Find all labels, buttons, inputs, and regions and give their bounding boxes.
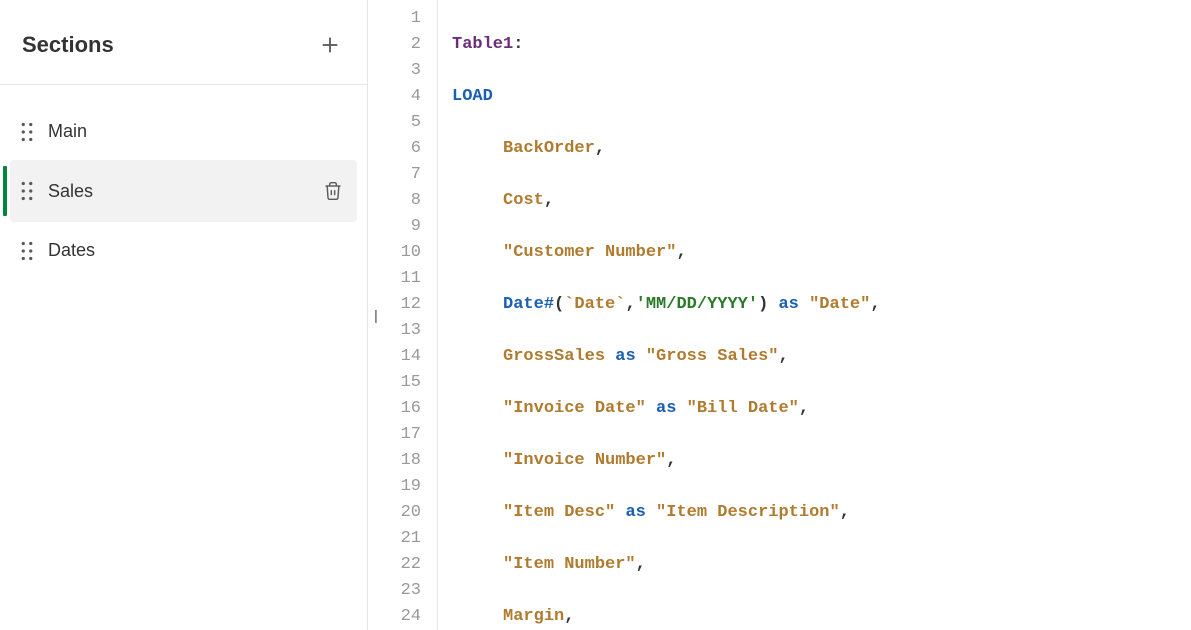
section-item-sales[interactable]: Sales — [10, 160, 357, 222]
line-number: 22 — [368, 552, 421, 578]
code-token: "Invoice Date" — [503, 399, 646, 418]
sidebar-title: Sections — [22, 32, 114, 58]
code-token: "Item Desc" — [503, 503, 615, 522]
code-token: 'MM/DD/YYYY' — [636, 295, 758, 314]
line-number: 10 — [368, 240, 421, 266]
trash-icon — [323, 180, 343, 202]
code-token: ) — [758, 295, 768, 314]
line-number: 6 — [368, 136, 421, 162]
line-number: 20 — [368, 500, 421, 526]
sidebar-header: Sections — [0, 0, 367, 85]
code-token: Cost — [503, 191, 544, 210]
line-number: 14 — [368, 344, 421, 370]
code-token: "Invoice Number" — [503, 451, 666, 470]
plus-icon — [319, 34, 341, 56]
code-token — [605, 347, 615, 366]
line-number: 23 — [368, 578, 421, 604]
code-token: "Bill Date" — [687, 399, 799, 418]
section-list: Main Sales Dates — [0, 85, 367, 297]
delete-section-button[interactable] — [321, 178, 345, 204]
sections-sidebar: Sections Main Sales Dates || — [0, 0, 368, 630]
code-token — [646, 503, 656, 522]
section-item-main[interactable]: Main — [10, 103, 357, 160]
line-number: 16 — [368, 396, 421, 422]
code-token: , — [870, 295, 880, 314]
line-number: 11 — [368, 266, 421, 292]
code-token: as — [625, 503, 645, 522]
code-token: as — [778, 295, 798, 314]
line-number: 7 — [368, 162, 421, 188]
line-number: 1 — [368, 6, 421, 32]
line-number: 17 — [368, 422, 421, 448]
code-token: "Gross Sales" — [646, 347, 779, 366]
code-token: Date# — [503, 295, 554, 314]
line-number: 3 — [368, 58, 421, 84]
code-token: Margin — [503, 607, 564, 626]
line-number: 4 — [368, 84, 421, 110]
line-number-gutter: 123456789101112131415161718192021222324 — [368, 0, 438, 630]
section-label: Sales — [48, 181, 321, 202]
code-token — [676, 399, 686, 418]
line-number: 21 — [368, 526, 421, 552]
line-number: 24 — [368, 604, 421, 630]
sidebar-resize-handle[interactable]: || — [374, 307, 375, 323]
code-token: as — [656, 399, 676, 418]
code-token: "Date" — [809, 295, 870, 314]
script-editor[interactable]: 123456789101112131415161718192021222324 … — [368, 0, 1191, 630]
code-token — [646, 399, 656, 418]
line-number: 2 — [368, 32, 421, 58]
code-token: BackOrder — [503, 139, 595, 158]
code-token: , — [544, 191, 554, 210]
code-token — [615, 503, 625, 522]
code-area[interactable]: Table1: LOAD BackOrder, Cost, "Customer … — [438, 0, 1191, 630]
line-number: 9 — [368, 214, 421, 240]
line-number: 12 — [368, 292, 421, 318]
code-token: ( — [554, 295, 564, 314]
code-token: LOAD — [452, 87, 493, 106]
code-token: , — [595, 139, 605, 158]
code-token — [799, 295, 809, 314]
section-item-dates[interactable]: Dates — [10, 222, 357, 279]
code-token: "Customer Number" — [503, 243, 676, 262]
code-token: , — [625, 295, 635, 314]
code-token: Table1 — [452, 35, 513, 54]
line-number: 18 — [368, 448, 421, 474]
section-label: Dates — [48, 240, 345, 261]
line-number: 15 — [368, 370, 421, 396]
code-token: , — [636, 555, 646, 574]
line-number: 19 — [368, 474, 421, 500]
code-token: , — [840, 503, 850, 522]
add-section-button[interactable] — [315, 30, 345, 60]
drag-handle-icon[interactable] — [20, 241, 34, 261]
code-token: `Date` — [564, 295, 625, 314]
code-token: , — [778, 347, 788, 366]
code-token: : — [513, 35, 523, 54]
code-token — [768, 295, 778, 314]
code-token — [636, 347, 646, 366]
line-number: 5 — [368, 110, 421, 136]
line-number: 8 — [368, 188, 421, 214]
code-token: , — [564, 607, 574, 626]
code-token: "Item Description" — [656, 503, 840, 522]
line-number: 13 — [368, 318, 421, 344]
drag-handle-icon[interactable] — [20, 122, 34, 142]
code-token: , — [666, 451, 676, 470]
code-token: as — [615, 347, 635, 366]
code-token: , — [799, 399, 809, 418]
code-token: "Item Number" — [503, 555, 636, 574]
code-token: , — [676, 243, 686, 262]
code-token: GrossSales — [503, 347, 605, 366]
drag-handle-icon[interactable] — [20, 181, 34, 201]
section-label: Main — [48, 121, 345, 142]
